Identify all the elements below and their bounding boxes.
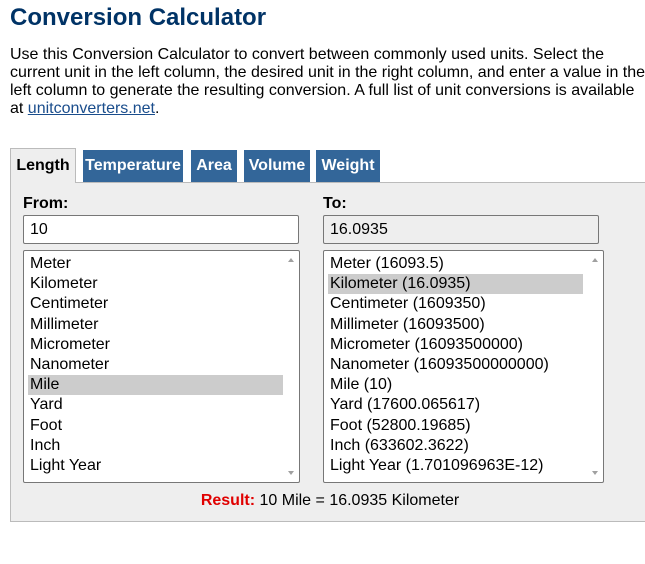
from-unit-centimeter[interactable]: Centimeter (28, 294, 283, 314)
from-label: From: (23, 195, 69, 212)
result-text: 10 Mile = 16.0935 Kilometer (259, 492, 460, 509)
scroll-up-arrow-icon[interactable] (592, 258, 598, 262)
scroll-up-arrow-icon[interactable] (288, 258, 294, 262)
from-unit-light-year[interactable]: Light Year (28, 456, 283, 476)
converter-panel: From: To: 10 16.0935 Meter Kilometer Cen… (10, 182, 645, 522)
tab-area[interactable]: Area (191, 150, 237, 182)
to-unit-centimeter[interactable]: Centimeter (1609350) (328, 294, 583, 314)
tab-weight[interactable]: Weight (316, 150, 380, 182)
tab-length[interactable]: Length (10, 148, 76, 183)
from-unit-yard[interactable]: Yard (28, 395, 283, 415)
to-value-field[interactable]: 16.0935 (323, 215, 599, 244)
from-unit-foot[interactable]: Foot (28, 416, 283, 436)
to-unit-inch[interactable]: Inch (633602.3622) (328, 436, 583, 456)
tab-temperature[interactable]: Temperature (83, 150, 183, 182)
from-value-input[interactable]: 10 (23, 215, 299, 244)
page-title: Conversion Calculator (10, 4, 267, 31)
scroll-down-arrow-icon[interactable] (592, 471, 598, 475)
from-unit-meter[interactable]: Meter (28, 254, 283, 274)
to-unit-nanometer[interactable]: Nanometer (16093500000000) (328, 355, 583, 375)
unitconverters-link[interactable]: unitconverters.net (28, 100, 155, 117)
to-unit-list[interactable]: Meter (16093.5) Kilometer (16.0935) Cent… (323, 250, 604, 483)
from-list-scrollbar[interactable] (284, 252, 298, 481)
to-label: To: (323, 195, 347, 212)
to-unit-mile[interactable]: Mile (10) (328, 375, 583, 395)
tab-volume[interactable]: Volume (244, 150, 310, 182)
to-unit-kilometer[interactable]: Kilometer (16.0935) (328, 274, 583, 294)
to-unit-millimeter[interactable]: Millimeter (16093500) (328, 315, 583, 335)
to-list-scrollbar[interactable] (588, 252, 602, 481)
to-unit-micrometer[interactable]: Micrometer (16093500000) (328, 335, 583, 355)
from-unit-mile[interactable]: Mile (28, 375, 283, 395)
from-unit-list[interactable]: Meter Kilometer Centimeter Millimeter Mi… (23, 250, 300, 483)
from-unit-millimeter[interactable]: Millimeter (28, 315, 283, 335)
to-unit-meter[interactable]: Meter (16093.5) (328, 254, 583, 274)
intro-paragraph: Use this Conversion Calculator to conver… (10, 46, 645, 118)
scroll-down-arrow-icon[interactable] (288, 471, 294, 475)
intro-end: . (154, 100, 160, 117)
from-unit-micrometer[interactable]: Micrometer (28, 335, 283, 355)
from-unit-nanometer[interactable]: Nanometer (28, 355, 283, 375)
from-unit-kilometer[interactable]: Kilometer (28, 274, 283, 294)
from-unit-inch[interactable]: Inch (28, 436, 283, 456)
result-label: Result: (200, 492, 256, 509)
to-unit-light-year[interactable]: Light Year (1.701096963E-12) (328, 456, 583, 476)
result-line: Result: 10 Mile = 16.0935 Kilometer (11, 492, 645, 510)
to-unit-yard[interactable]: Yard (17600.065617) (328, 395, 583, 415)
to-unit-foot[interactable]: Foot (52800.19685) (328, 416, 583, 436)
